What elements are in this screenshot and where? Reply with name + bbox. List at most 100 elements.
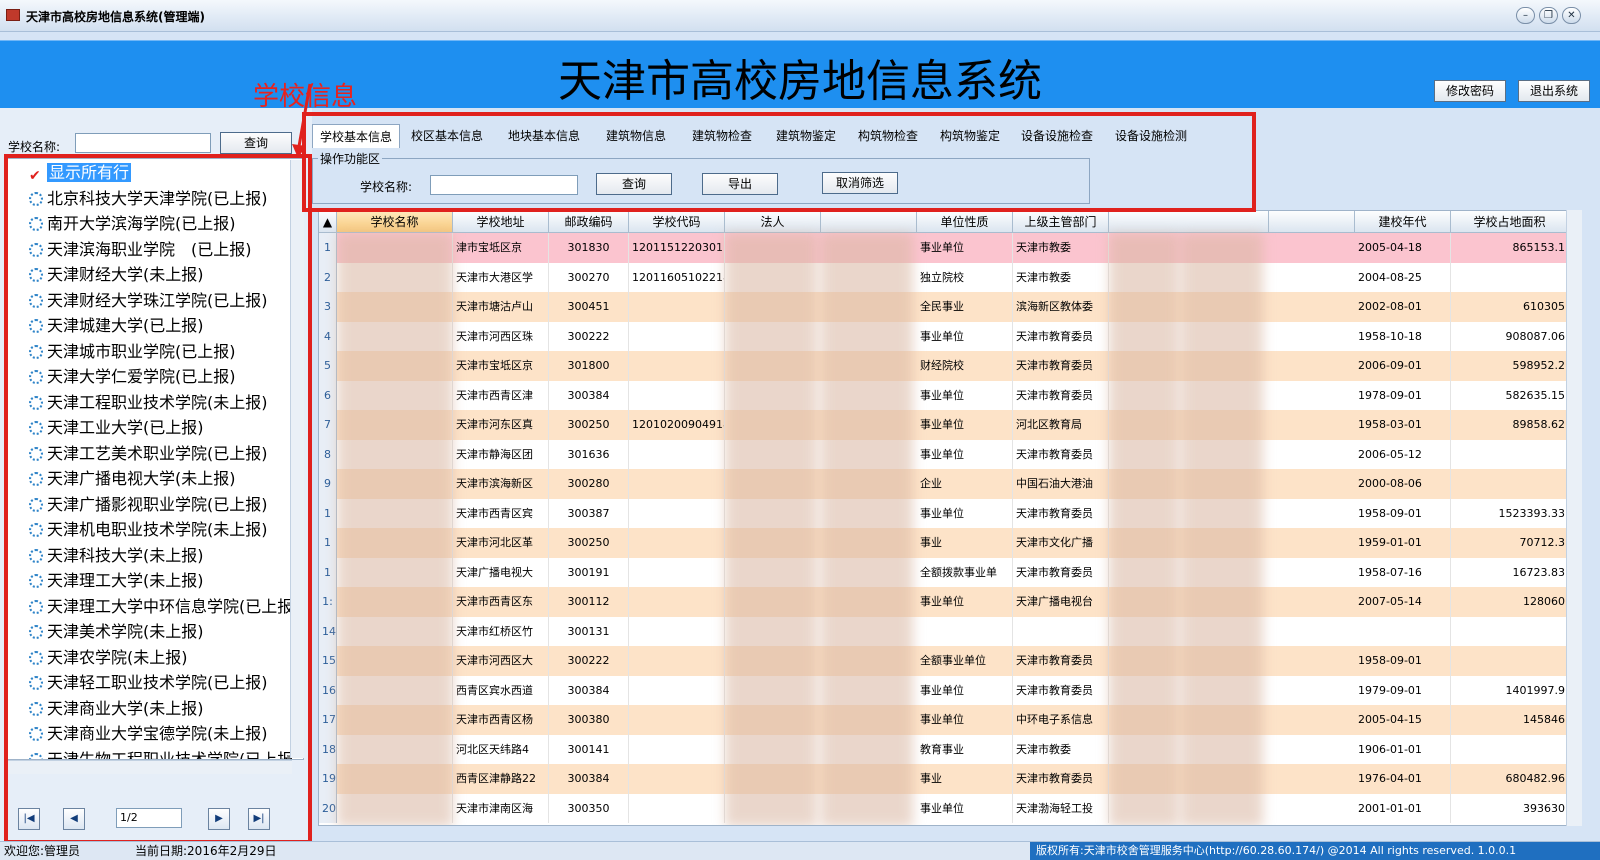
column-header[interactable]: 建校年代 [1355, 211, 1451, 233]
logout-button[interactable]: 退出系统 [1518, 80, 1590, 102]
row-number: 1 [319, 233, 337, 263]
table-cell: 300384 [549, 675, 629, 705]
table-cell: 1978-09-01 [1355, 380, 1451, 410]
column-header[interactable]: 学校占地面积 [1451, 211, 1569, 233]
school-data-grid: ▲学校名称学校地址邮政编码学校代码法人单位性质上级主管部门建校年代学校占地面积学… [318, 210, 1582, 826]
table-cell: 全额事业单位 [917, 646, 1013, 676]
redacted-column [821, 233, 913, 825]
table-cell: 事业单位 [917, 675, 1013, 705]
table-cell: 天津广播电视台 [1013, 587, 1109, 617]
table-cell: 天津市红桥区竹 [453, 616, 549, 646]
table-cell: 天津市教委 [1013, 233, 1109, 263]
row-number: 16 [319, 675, 337, 705]
window-titlebar: 天津市高校房地信息系统(管理端) – ❐ ✕ [0, 0, 1600, 32]
table-cell: 天津市教委 [1013, 262, 1109, 292]
table-cell [1451, 262, 1569, 292]
table-cell: 事业单位 [917, 410, 1013, 440]
table-cell: 天津市教育委员 [1013, 764, 1109, 794]
table-cell: 2007-05-14 [1355, 587, 1451, 617]
column-header[interactable] [821, 211, 917, 233]
row-number: 20 [319, 793, 337, 823]
table-cell: 2005-04-15 [1355, 705, 1451, 735]
table-cell: 680482.96 [1451, 764, 1569, 794]
row-number: 5 [319, 351, 337, 381]
table-cell: 865153.1 [1451, 233, 1569, 263]
redacted-column [337, 233, 453, 825]
table-cell: 全额拨款事业单 [917, 557, 1013, 587]
grid-vertical-scrollbar[interactable] [1566, 210, 1582, 826]
table-cell [1451, 646, 1569, 676]
restore-icon[interactable]: ❐ [1539, 7, 1558, 24]
table-cell: 908087.06 [1451, 321, 1569, 351]
row-number: 1 [319, 528, 337, 558]
column-header[interactable]: 邮政编码 [549, 211, 629, 233]
table-cell: 300280 [549, 469, 629, 499]
row-number: 7 [319, 410, 337, 440]
row-number: 4 [319, 321, 337, 351]
table-cell: 300250 [549, 528, 629, 558]
column-header[interactable]: 单位性质 [917, 211, 1013, 233]
table-cell: 300131 [549, 616, 629, 646]
table-cell: 2002-08-01 [1355, 292, 1451, 322]
table-cell: 天津市西青区东 [453, 587, 549, 617]
table-cell: 1201151220301 [629, 233, 725, 263]
table-cell: 1523393.33 [1451, 498, 1569, 528]
table-cell [629, 380, 725, 410]
column-header[interactable] [1109, 211, 1269, 233]
row-number: 6 [319, 380, 337, 410]
table-cell: 天津市西青区宾 [453, 498, 549, 528]
row-number: 14 [319, 616, 337, 646]
table-cell: 独立院校 [917, 262, 1013, 292]
table-cell: 事业单位 [917, 705, 1013, 735]
column-header[interactable]: 学校代码 [629, 211, 725, 233]
row-number: 1 [319, 557, 337, 587]
close-icon[interactable]: ✕ [1562, 7, 1581, 24]
table-cell [629, 351, 725, 381]
table-cell: 中国石油大港油 [1013, 469, 1109, 499]
column-header[interactable]: 上级主管部门 [1013, 211, 1109, 233]
redacted-column [1109, 233, 1179, 825]
table-cell [1451, 734, 1569, 764]
column-header[interactable]: 学校地址 [453, 211, 549, 233]
table-cell: 天津市宝坻区京 [453, 351, 549, 381]
table-cell: 12011605102218 [629, 262, 725, 292]
redacted-column [725, 233, 817, 825]
table-cell: 2005-04-18 [1355, 233, 1451, 263]
table-cell: 1976-04-01 [1355, 764, 1451, 794]
table-cell: 天津市西青区杨 [453, 705, 549, 735]
column-header[interactable] [1269, 211, 1355, 233]
table-cell: 天津广播电视大 [453, 557, 549, 587]
table-cell: 128060 [1451, 587, 1569, 617]
table-cell: 301830 [549, 233, 629, 263]
table-cell [629, 793, 725, 823]
column-header[interactable]: 学校名称 [337, 211, 453, 233]
table-cell: 300350 [549, 793, 629, 823]
table-cell: 天津市文化广播 [1013, 528, 1109, 558]
table-cell: 天津市塘沽卢山 [453, 292, 549, 322]
minimize-icon[interactable]: – [1516, 7, 1535, 24]
table-cell: 事业 [917, 528, 1013, 558]
table-cell: 全民事业 [917, 292, 1013, 322]
table-cell: 1959-01-01 [1355, 528, 1451, 558]
table-cell: 河北区教育局 [1013, 410, 1109, 440]
table-cell: 天津市静海区团 [453, 439, 549, 469]
table-cell: 河北区天纬路4 [453, 734, 549, 764]
table-cell: 300250 [549, 410, 629, 440]
table-cell: 事业单位 [917, 321, 1013, 351]
table-cell: 事业单位 [917, 233, 1013, 263]
table-cell: 事业单位 [917, 439, 1013, 469]
table-cell: 1958-09-01 [1355, 498, 1451, 528]
change-password-button[interactable]: 修改密码 [1434, 80, 1506, 102]
app-icon [6, 9, 20, 21]
table-cell: 天津市教育委员 [1013, 321, 1109, 351]
row-number: 19 [319, 764, 337, 794]
column-header[interactable]: 法人 [725, 211, 821, 233]
table-cell: 事业 [917, 764, 1013, 794]
row-number: 8 [319, 439, 337, 469]
table-cell: 天津市教育委员 [1013, 557, 1109, 587]
school-search-button[interactable]: 查询 [220, 132, 292, 154]
table-cell: 89858.62 [1451, 410, 1569, 440]
row-number: 15 [319, 646, 337, 676]
grid-corner-icon[interactable]: ▲ [319, 211, 337, 233]
school-search-input[interactable] [75, 133, 211, 153]
